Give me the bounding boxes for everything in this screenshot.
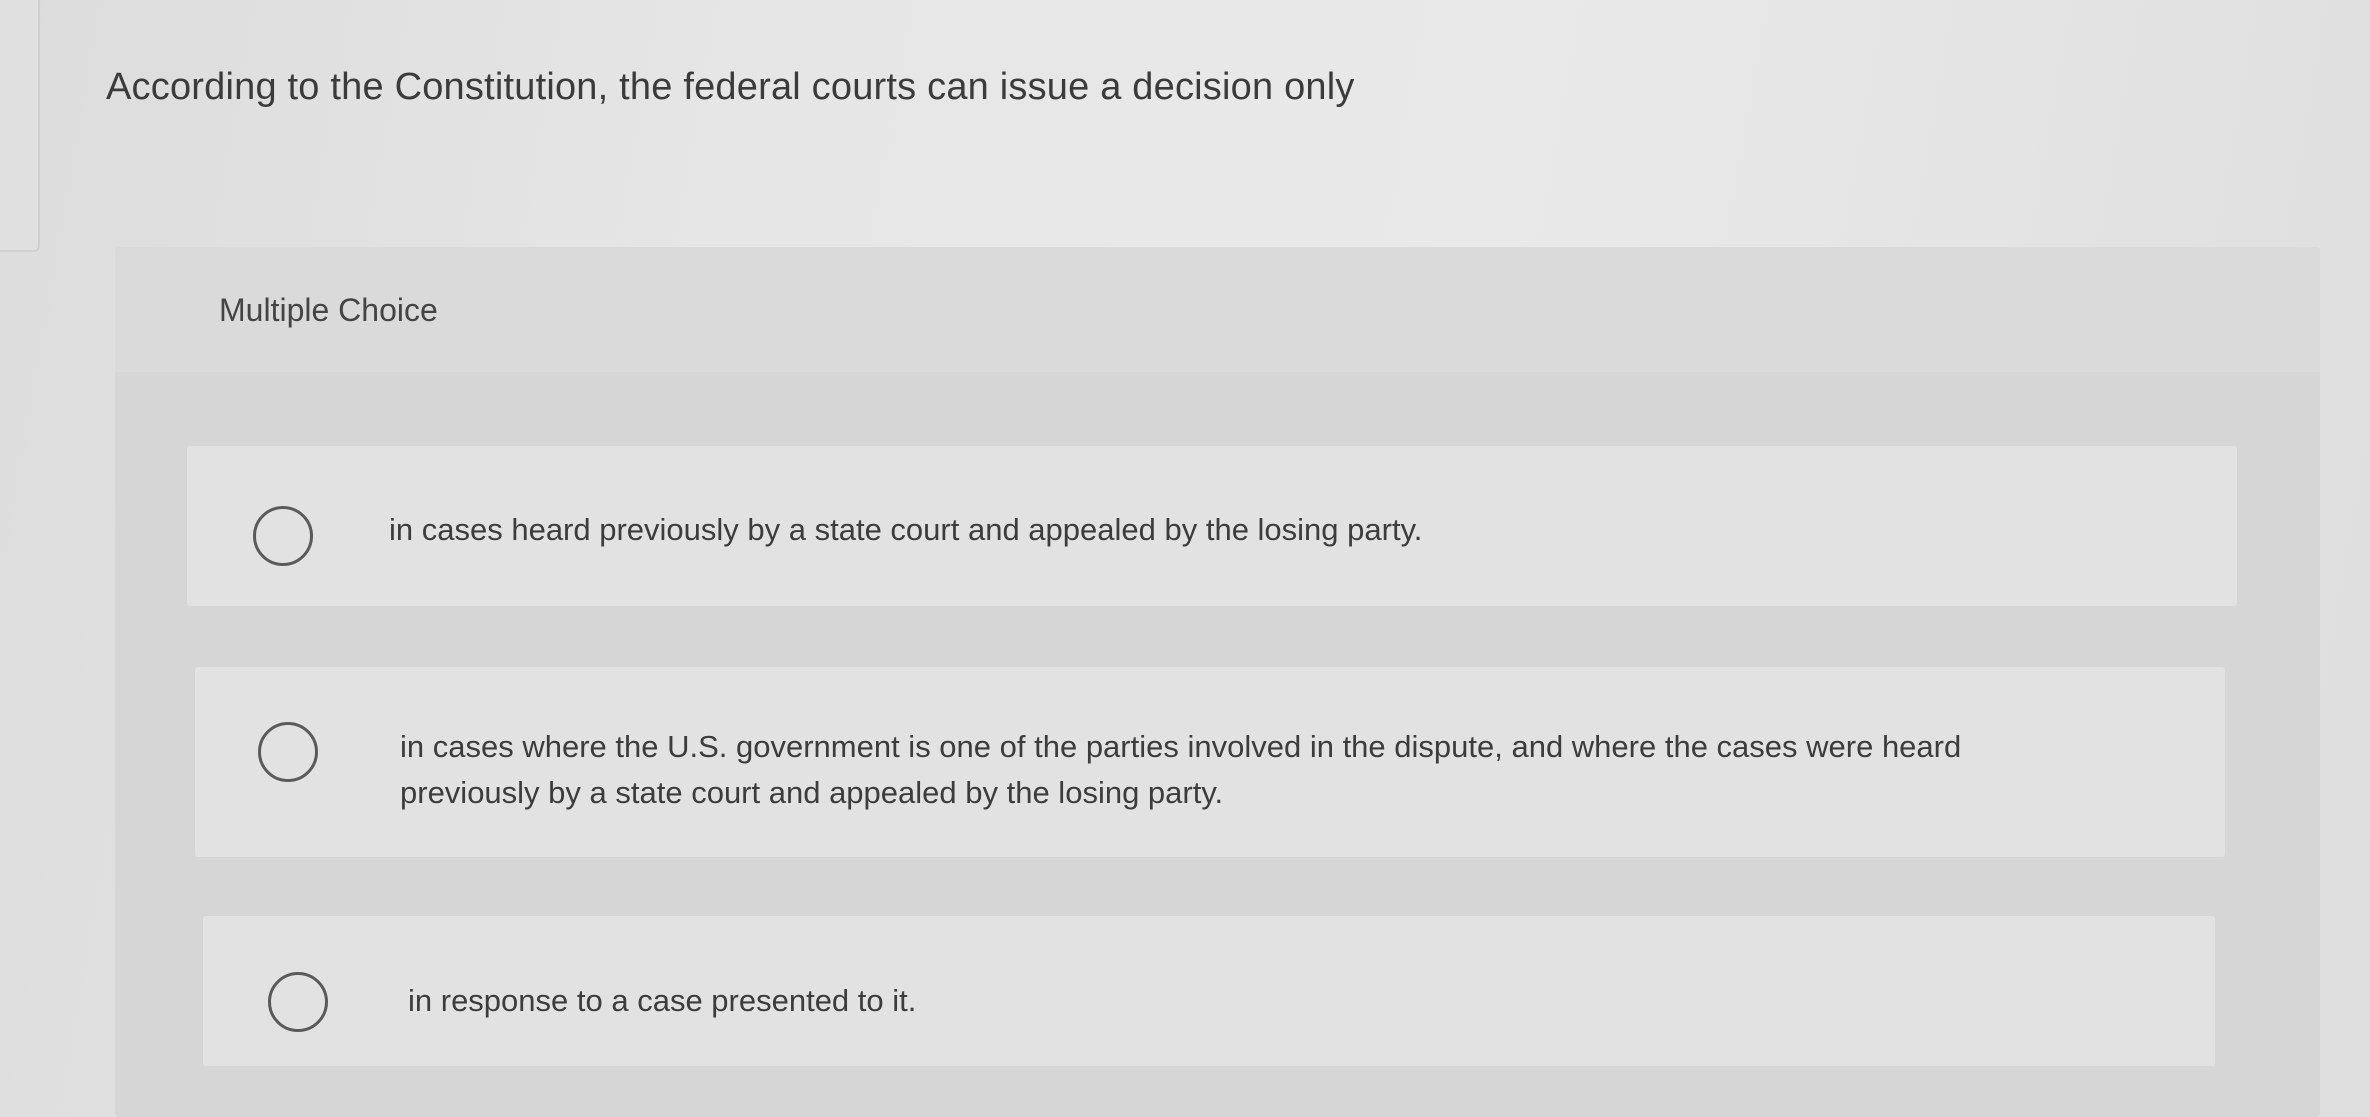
answer-option-text: in response to a case presented to it.: [408, 983, 917, 1018]
answer-option-2[interactable]: in cases where the U.S. government is on…: [195, 667, 2225, 857]
answer-panel-header: Multiple Choice: [115, 247, 2320, 372]
answer-option-text: in cases heard previously by a state cou…: [389, 512, 1423, 547]
answer-option-3[interactable]: in response to a case presented to it.: [203, 916, 2215, 1066]
question-type-label: Multiple Choice: [219, 292, 438, 328]
question-text: According to the Constitution, the feder…: [106, 66, 1355, 108]
radio-button-icon[interactable]: [268, 972, 328, 1032]
previous-panel-edge: [0, 0, 40, 252]
answer-option-1[interactable]: in cases heard previously by a state cou…: [187, 446, 2237, 606]
radio-button-icon[interactable]: [258, 722, 318, 782]
answer-option-text: in cases where the U.S. government is on…: [400, 729, 1962, 810]
answer-panel: Multiple Choice in cases heard previousl…: [115, 247, 2320, 1117]
radio-button-icon[interactable]: [253, 506, 313, 566]
